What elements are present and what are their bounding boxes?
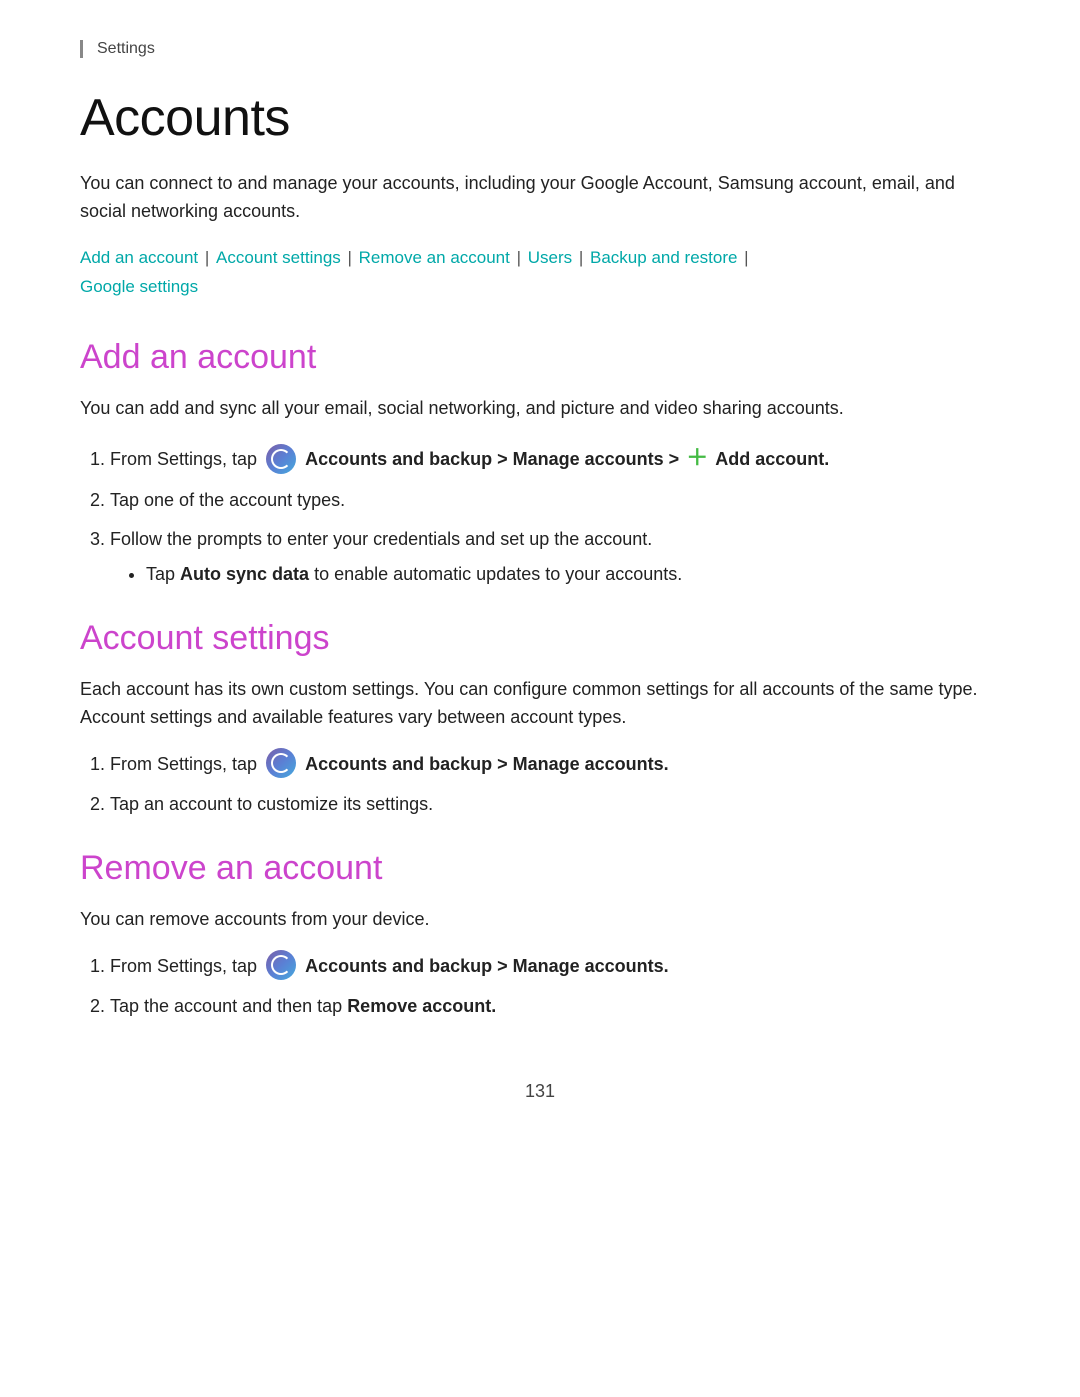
add-account-sub-bullets: Tap Auto sync data to enable automatic u… xyxy=(146,561,1000,589)
page-footer: 131 xyxy=(80,1081,1000,1102)
section-desc-remove-account: You can remove accounts from your device… xyxy=(80,906,1000,934)
icon-accounts-1 xyxy=(266,444,296,474)
page-title: Accounts xyxy=(80,88,1000,148)
account-settings-step-1: From Settings, tap Accounts and backup >… xyxy=(110,750,1000,780)
section-remove-account: Remove an account You can remove account… xyxy=(80,849,1000,1021)
remove-account-step-2: Tap the account and then tap Remove acco… xyxy=(110,992,1000,1021)
add-account-step-3: Follow the prompts to enter your credent… xyxy=(110,525,1000,590)
nav-links: Add an account | Account settings | Remo… xyxy=(80,244,1000,302)
section-title-account-settings: Account settings xyxy=(80,619,1000,658)
nav-link-add-account[interactable]: Add an account xyxy=(80,248,198,267)
nav-link-google[interactable]: Google settings xyxy=(80,277,198,296)
settings-breadcrumb: Settings xyxy=(80,40,1000,58)
add-account-step-1: From Settings, tap Accounts and backup >… xyxy=(110,440,1000,475)
nav-link-account-settings[interactable]: Account settings xyxy=(216,248,341,267)
icon-accounts-3 xyxy=(266,950,296,980)
sub-bullet-auto-sync: Tap Auto sync data to enable automatic u… xyxy=(146,561,1000,589)
section-account-settings: Account settings Each account has its ow… xyxy=(80,619,1000,819)
add-account-step-2: Tap one of the account types. xyxy=(110,486,1000,515)
account-settings-steps: From Settings, tap Accounts and backup >… xyxy=(110,750,1000,819)
section-desc-account-settings: Each account has its own custom settings… xyxy=(80,676,1000,732)
section-add-account: Add an account You can add and sync all … xyxy=(80,338,1000,590)
section-desc-add-account: You can add and sync all your email, soc… xyxy=(80,395,1000,423)
section-title-remove-account: Remove an account xyxy=(80,849,1000,888)
nav-link-backup[interactable]: Backup and restore xyxy=(590,248,737,267)
page-number: 131 xyxy=(525,1081,555,1101)
add-account-steps: From Settings, tap Accounts and backup >… xyxy=(110,440,1000,589)
plus-icon: ＋ xyxy=(686,445,708,470)
nav-link-users[interactable]: Users xyxy=(528,248,572,267)
icon-accounts-2 xyxy=(266,748,296,778)
remove-account-steps: From Settings, tap Accounts and backup >… xyxy=(110,952,1000,1021)
remove-account-step-1: From Settings, tap Accounts and backup >… xyxy=(110,952,1000,982)
nav-link-remove-account[interactable]: Remove an account xyxy=(359,248,510,267)
section-title-add-account: Add an account xyxy=(80,338,1000,377)
account-settings-step-2: Tap an account to customize its settings… xyxy=(110,790,1000,819)
intro-text: You can connect to and manage your accou… xyxy=(80,170,1000,226)
